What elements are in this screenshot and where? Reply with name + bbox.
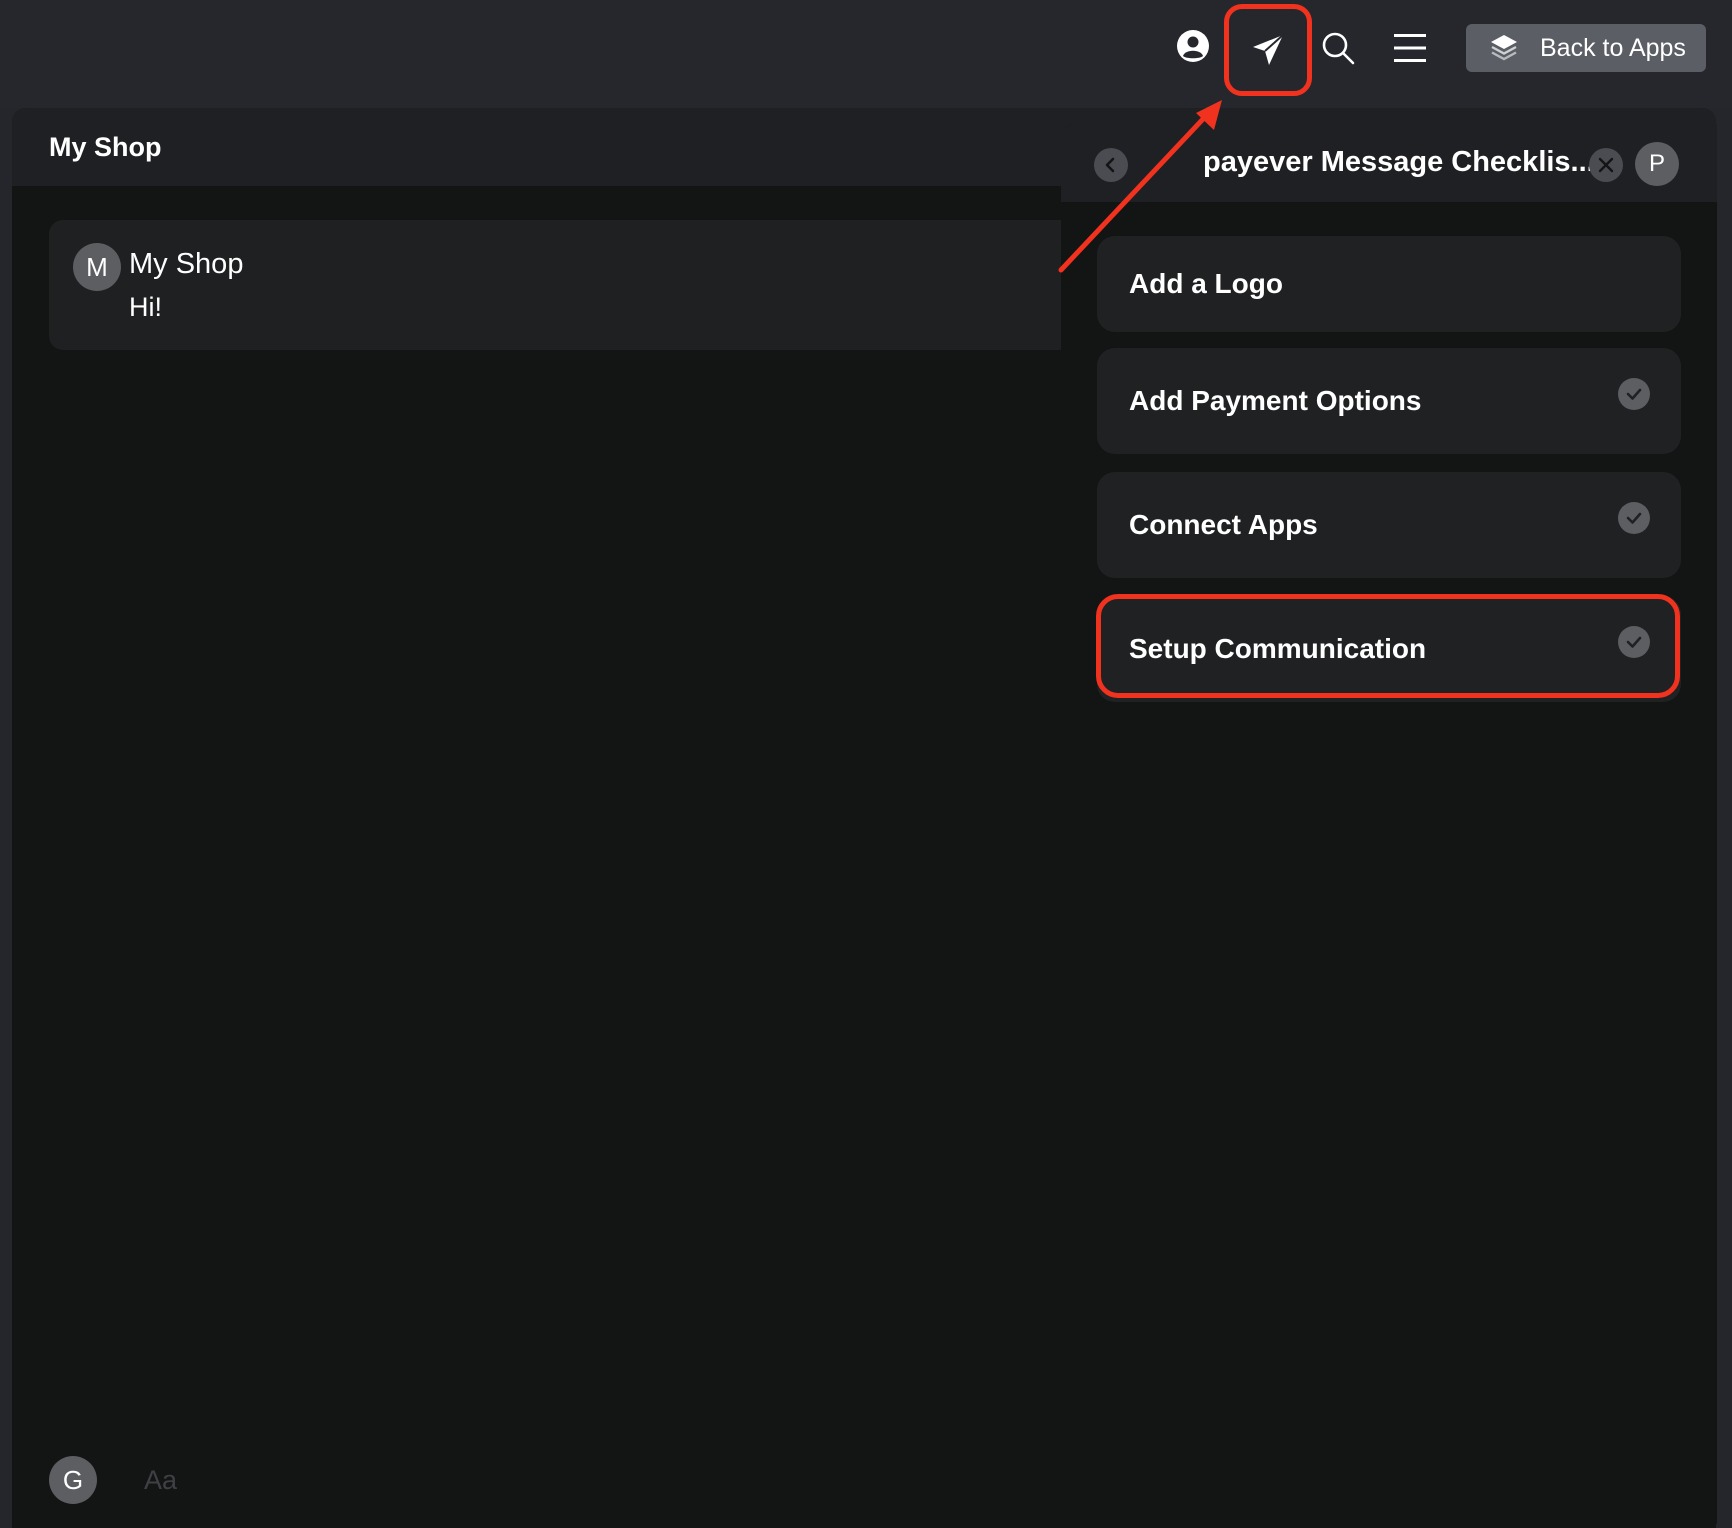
close-icon (1598, 157, 1614, 173)
user-avatar[interactable]: P (1635, 142, 1679, 186)
checklist-item-label: Setup Communication (1129, 633, 1427, 664)
checklist-item-label: Add a Logo (1129, 268, 1283, 299)
search-button[interactable] (1316, 26, 1360, 70)
chat-name: My Shop (129, 248, 244, 280)
close-button[interactable] (1589, 148, 1623, 182)
profile-button[interactable] (1173, 26, 1213, 66)
layers-icon (1491, 35, 1517, 61)
menu-icon (1394, 34, 1426, 62)
chevron-left-icon (1105, 157, 1115, 173)
checklist-panel: payever Message Checklis... P Add a Logo… (1061, 124, 1717, 1524)
menu-button[interactable] (1388, 26, 1432, 70)
compose-avatar[interactable]: G (49, 1456, 97, 1504)
chat-last-message: Hi! (129, 292, 162, 322)
check-icon (1618, 502, 1650, 534)
chat-list-item[interactable]: M My Shop Hi! (49, 220, 1129, 350)
checklist-item-add-logo[interactable]: Add a Logo (1097, 236, 1681, 332)
back-to-apps-button[interactable]: Back to Apps (1466, 24, 1706, 72)
back-to-apps-label: Back to Apps (1540, 33, 1686, 62)
chat-avatar: M (73, 243, 121, 291)
top-bar: Back to Apps (0, 0, 1732, 108)
checklist-item-setup-communication[interactable]: Setup Communication (1097, 596, 1681, 702)
send-icon (1253, 34, 1284, 65)
checklist-item-connect-apps[interactable]: Connect Apps (1097, 472, 1681, 578)
checklist-item-label: Add Payment Options (1129, 385, 1422, 416)
page-title: My Shop (49, 132, 162, 162)
checklist-title: payever Message Checklis... (1203, 146, 1595, 178)
search-icon (1322, 32, 1355, 65)
message-input[interactable] (144, 1460, 644, 1500)
back-button[interactable] (1094, 148, 1128, 182)
checklist-item-label: Connect Apps (1129, 509, 1318, 540)
checklist-item-add-payment-options[interactable]: Add Payment Options (1097, 348, 1681, 454)
profile-icon (1177, 30, 1209, 62)
check-icon (1618, 626, 1650, 658)
checklist-header: payever Message Checklis... P (1061, 124, 1717, 202)
check-icon (1618, 378, 1650, 410)
send-button[interactable] (1224, 4, 1312, 96)
